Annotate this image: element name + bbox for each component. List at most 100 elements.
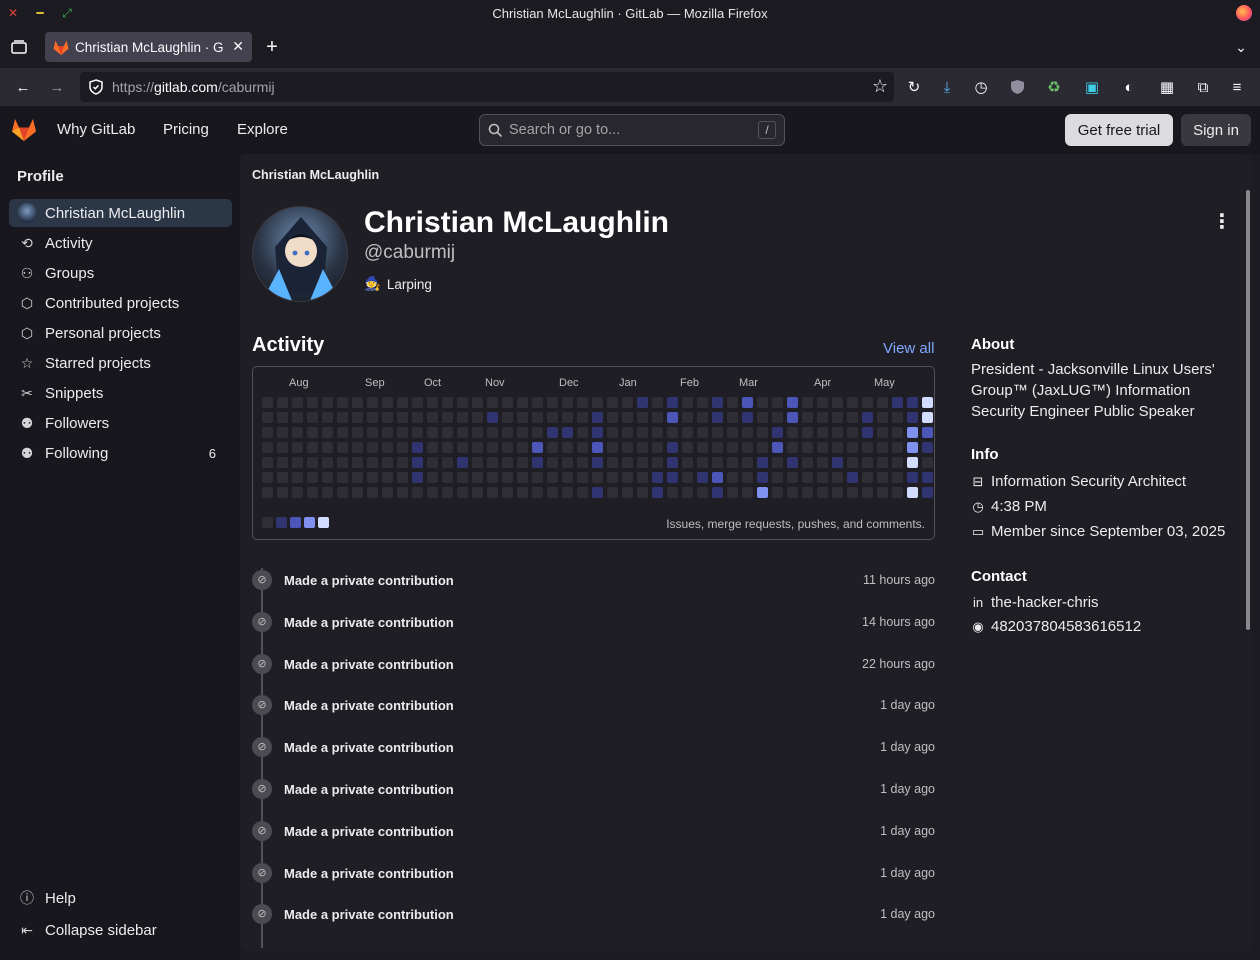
calendar-day-cell[interactable]: [802, 472, 813, 483]
calendar-day-cell[interactable]: [262, 427, 273, 438]
calendar-day-cell[interactable]: [832, 412, 843, 423]
calendar-day-cell[interactable]: [562, 442, 573, 453]
calendar-day-cell[interactable]: [817, 487, 828, 498]
calendar-day-cell[interactable]: [892, 487, 903, 498]
calendar-day-cell[interactable]: [277, 442, 288, 453]
calendar-day-cell[interactable]: [292, 397, 303, 408]
calendar-day-cell[interactable]: [547, 472, 558, 483]
calendar-day-cell[interactable]: [367, 412, 378, 423]
calendar-day-cell[interactable]: [742, 427, 753, 438]
calendar-day-cell[interactable]: [352, 397, 363, 408]
sidebar-item-followers[interactable]: ⚉ Followers: [9, 409, 232, 437]
calendar-day-cell[interactable]: [832, 472, 843, 483]
save-extension-icon[interactable]: ▣: [1081, 76, 1103, 98]
calendar-day-cell[interactable]: [907, 472, 918, 483]
calendar-day-cell[interactable]: [547, 397, 558, 408]
calendar-day-cell[interactable]: [622, 487, 633, 498]
calendar-day-cell[interactable]: [337, 442, 348, 453]
calendar-day-cell[interactable]: [757, 397, 768, 408]
calendar-day-cell[interactable]: [607, 487, 618, 498]
calendar-day-cell[interactable]: [502, 457, 513, 468]
calendar-day-cell[interactable]: [412, 442, 423, 453]
nav-pricing[interactable]: Pricing: [163, 121, 209, 138]
calendar-day-cell[interactable]: [922, 397, 933, 408]
calendar-day-cell[interactable]: [412, 487, 423, 498]
calendar-day-cell[interactable]: [412, 472, 423, 483]
calendar-day-cell[interactable]: [577, 412, 588, 423]
calendar-day-cell[interactable]: [277, 457, 288, 468]
calendar-day-cell[interactable]: [922, 442, 933, 453]
calendar-day-cell[interactable]: [577, 457, 588, 468]
calendar-day-cell[interactable]: [307, 412, 318, 423]
calendar-day-cell[interactable]: [262, 457, 273, 468]
calendar-day-cell[interactable]: [787, 427, 798, 438]
calendar-day-cell[interactable]: [637, 442, 648, 453]
calendar-day-cell[interactable]: [907, 487, 918, 498]
calendar-day-cell[interactable]: [772, 427, 783, 438]
calendar-day-cell[interactable]: [607, 457, 618, 468]
calendar-day-cell[interactable]: [502, 442, 513, 453]
more-actions-icon[interactable]: ⋮: [1212, 210, 1232, 234]
calendar-day-cell[interactable]: [427, 412, 438, 423]
calendar-day-cell[interactable]: [307, 472, 318, 483]
calendar-day-cell[interactable]: [622, 457, 633, 468]
calendar-day-cell[interactable]: [652, 487, 663, 498]
calendar-day-cell[interactable]: [532, 487, 543, 498]
reload-icon[interactable]: ↻: [903, 76, 925, 98]
calendar-day-cell[interactable]: [307, 457, 318, 468]
calendar-day-cell[interactable]: [712, 442, 723, 453]
calendar-day-cell[interactable]: [322, 442, 333, 453]
calendar-day-cell[interactable]: [817, 472, 828, 483]
calendar-day-cell[interactable]: [322, 412, 333, 423]
bookmark-star-icon[interactable]: ☆: [872, 76, 888, 97]
calendar-day-cell[interactable]: [637, 487, 648, 498]
calendar-day-cell[interactable]: [352, 442, 363, 453]
calendar-day-cell[interactable]: [487, 397, 498, 408]
calendar-day-cell[interactable]: [307, 442, 318, 453]
calendar-day-cell[interactable]: [577, 397, 588, 408]
calendar-day-cell[interactable]: [532, 442, 543, 453]
calendar-day-cell[interactable]: [547, 412, 558, 423]
calendar-day-cell[interactable]: [922, 472, 933, 483]
calendar-day-cell[interactable]: [592, 397, 603, 408]
calendar-day-cell[interactable]: [547, 427, 558, 438]
calendar-day-cell[interactable]: [742, 457, 753, 468]
calendar-day-cell[interactable]: [397, 412, 408, 423]
calendar-day-cell[interactable]: [697, 472, 708, 483]
calendar-day-cell[interactable]: [367, 472, 378, 483]
tab-active[interactable]: Christian McLaughlin · G ✕: [45, 32, 252, 62]
calendar-day-cell[interactable]: [682, 472, 693, 483]
calendar-day-cell[interactable]: [352, 427, 363, 438]
calendar-day-cell[interactable]: [397, 457, 408, 468]
calendar-day-cell[interactable]: [667, 457, 678, 468]
calendar-day-cell[interactable]: [907, 442, 918, 453]
calendar-day-cell[interactable]: [547, 457, 558, 468]
calendar-day-cell[interactable]: [862, 412, 873, 423]
calendar-day-cell[interactable]: [457, 472, 468, 483]
calendar-day-cell[interactable]: [487, 442, 498, 453]
calendar-day-cell[interactable]: [727, 472, 738, 483]
calendar-day-cell[interactable]: [607, 472, 618, 483]
calendar-day-cell[interactable]: [742, 397, 753, 408]
calendar-day-cell[interactable]: [892, 442, 903, 453]
nav-why-gitlab[interactable]: Why GitLab: [57, 121, 135, 138]
linkedin-link[interactable]: the-hacker-chris: [991, 591, 1099, 615]
discord-id[interactable]: 482037804583616512: [991, 615, 1141, 639]
calendar-day-cell[interactable]: [517, 472, 528, 483]
calendar-day-cell[interactable]: [577, 472, 588, 483]
calendar-day-cell[interactable]: [652, 457, 663, 468]
calendar-day-cell[interactable]: [742, 442, 753, 453]
calendar-day-cell[interactable]: [277, 412, 288, 423]
calendar-day-cell[interactable]: [652, 427, 663, 438]
calendar-day-cell[interactable]: [412, 397, 423, 408]
calendar-day-cell[interactable]: [712, 487, 723, 498]
collapse-sidebar-button[interactable]: ⇤ Collapse sidebar: [9, 916, 232, 944]
calendar-day-cell[interactable]: [457, 457, 468, 468]
close-tab-icon[interactable]: ✕: [228, 38, 244, 55]
calendar-day-cell[interactable]: [517, 442, 528, 453]
forward-icon[interactable]: →: [46, 76, 68, 98]
calendar-day-cell[interactable]: [832, 397, 843, 408]
calendar-day-cell[interactable]: [307, 397, 318, 408]
calendar-day-cell[interactable]: [637, 427, 648, 438]
calendar-day-cell[interactable]: [322, 487, 333, 498]
